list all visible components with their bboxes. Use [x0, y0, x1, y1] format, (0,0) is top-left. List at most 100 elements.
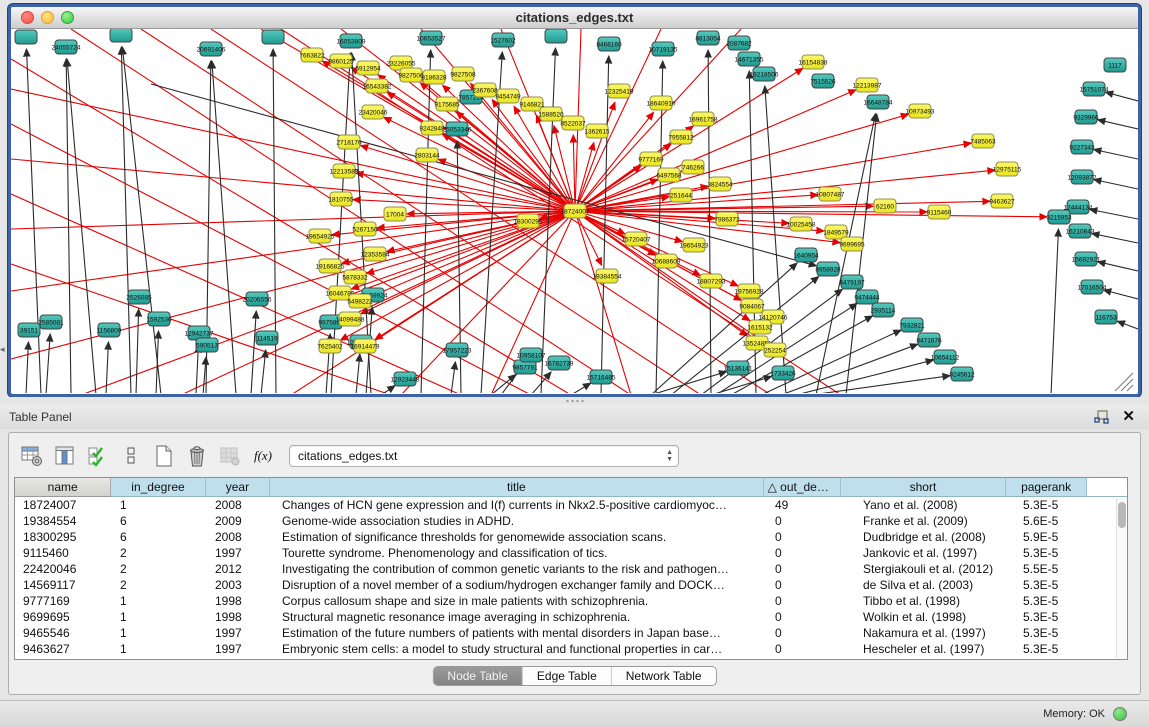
canvas-resize-grip[interactable] — [1115, 373, 1133, 391]
table-cell[interactable]: 0 — [769, 529, 847, 545]
graph-node[interactable]: 10958107 — [517, 348, 546, 362]
table-cell[interactable]: 1 — [112, 497, 207, 513]
graph-edge[interactable] — [1092, 233, 1138, 243]
graph-node[interactable] — [110, 29, 132, 42]
table-cell[interactable]: 2012 — [207, 561, 272, 577]
graph-node[interactable]: 1588520 — [538, 107, 564, 121]
graph-node[interactable]: 5498222 — [347, 294, 373, 308]
graph-edge[interactable] — [356, 354, 360, 393]
table-scrollbar[interactable] — [1116, 498, 1126, 658]
table-cell[interactable]: Jankovic et al. (1997) — [847, 545, 1013, 561]
column-header-in_degree[interactable]: in_degree — [111, 478, 205, 497]
graph-node[interactable] — [262, 30, 284, 44]
graph-node[interactable]: 9227343 — [1069, 140, 1095, 154]
graph-node[interactable]: 14099488 — [336, 312, 365, 326]
table-cell[interactable]: 6 — [112, 529, 207, 545]
show-columns-button[interactable] — [52, 443, 78, 469]
table-cell[interactable]: 0 — [769, 545, 847, 561]
table-cell[interactable]: 9699695 — [15, 609, 112, 625]
import-table-button[interactable] — [217, 443, 243, 469]
table-cell[interactable]: 5.3E-5 — [1013, 545, 1095, 561]
graph-node[interactable]: 9827506 — [398, 68, 424, 82]
graph-node[interactable]: 6479197 — [839, 275, 865, 289]
graph-node[interactable]: 15751074 — [1080, 82, 1109, 96]
graph-node[interactable]: 10025458 — [787, 217, 816, 231]
graph-node[interactable]: 16154838 — [799, 55, 828, 69]
graph-node[interactable]: 12923448 — [391, 372, 420, 386]
table-cell[interactable]: Stergiakouli et al. (2012) — [847, 561, 1013, 577]
graph-node[interactable]: 1592536 — [146, 312, 172, 326]
graph-node[interactable]: 1362615 — [584, 124, 610, 138]
graph-node[interactable]: 1733426 — [770, 366, 796, 380]
table-row[interactable]: 1938455462009Genome-wide association stu… — [15, 513, 1127, 529]
graph-edge[interactable] — [1090, 209, 1138, 219]
graph-node[interactable]: 2087682 — [726, 36, 752, 50]
table-row[interactable]: 911546021997Tourette syndrome. Phenomeno… — [15, 545, 1127, 561]
table-cell[interactable]: Franke et al. (2009) — [847, 513, 1013, 529]
select-columns-button[interactable] — [85, 443, 111, 469]
table-cell[interactable]: Structural magnetic resonance image aver… — [272, 609, 769, 625]
table-cell[interactable]: 5.3E-5 — [1013, 577, 1095, 593]
graph-node[interactable]: 19654925 — [306, 229, 335, 243]
graph-edge[interactable] — [11, 194, 461, 393]
table-cell[interactable]: Tourette syndrome. Phenomenology and cla… — [272, 545, 769, 561]
table-cell[interactable]: 2 — [112, 561, 207, 577]
zoom-window-button[interactable] — [61, 11, 74, 24]
tab-network-table[interactable]: Network Table — [612, 667, 716, 685]
table-row[interactable]: 1872400712008Changes of HCN gene express… — [15, 497, 1127, 513]
graph-node[interactable]: 62160 — [874, 199, 896, 213]
graph-node[interactable]: 2367608 — [472, 83, 498, 97]
graph-edge[interactable] — [375, 211, 575, 340]
graph-node[interactable]: 16648784 — [864, 95, 893, 109]
table-row[interactable]: 977716911998Corpus callosum shape and si… — [15, 593, 1127, 609]
graph-edge[interactable] — [571, 383, 591, 393]
graph-node[interactable]: 15136141 — [724, 361, 753, 375]
table-cell[interactable]: 1997 — [207, 625, 272, 641]
column-header-title[interactable]: title — [270, 478, 763, 497]
graph-edge[interactable] — [1104, 290, 1138, 299]
table-cell[interactable]: Estimation of the future numbers of pati… — [272, 625, 769, 641]
graph-node[interactable]: 590513 — [196, 338, 218, 352]
table-cell[interactable]: 0 — [769, 513, 847, 529]
graph-node[interactable]: 20206556 — [243, 292, 272, 306]
graph-node[interactable]: 3215953 — [1046, 210, 1072, 224]
table-cell[interactable]: 0 — [769, 561, 847, 577]
graph-edge[interactable] — [121, 47, 131, 393]
graph-node[interactable]: 8813054 — [695, 31, 721, 45]
table-cell[interactable]: 18300295 — [15, 529, 112, 545]
graph-node[interactable]: 19218506 — [750, 67, 779, 81]
citation-network-graph[interactable]: 2405572420691406160538091065352715276028… — [11, 29, 1138, 393]
graph-node[interactable]: 10688609 — [652, 254, 681, 268]
table-cell[interactable]: 0 — [769, 625, 847, 641]
graph-node[interactable]: 18807293 — [697, 274, 726, 288]
graph-edge[interactable] — [1094, 180, 1138, 189]
graph-node[interactable]: 23420046 — [359, 105, 388, 119]
graph-node[interactable]: 7515526 — [810, 74, 836, 88]
table-cell[interactable]: 2008 — [207, 529, 272, 545]
graph-node[interactable]: 17004 — [384, 207, 406, 221]
table-cell[interactable]: 5.3E-5 — [1013, 641, 1095, 657]
table-cell[interactable]: 5.9E-5 — [1013, 529, 1095, 545]
table-cell[interactable]: 1 — [112, 641, 207, 657]
graph-node[interactable]: 114519 — [256, 331, 278, 345]
graph-node[interactable]: 7955812 — [668, 130, 694, 144]
graph-node[interactable]: 16543382 — [363, 79, 392, 93]
table-cell[interactable]: 5.3E-5 — [1013, 609, 1095, 625]
graph-edge[interactable] — [1051, 229, 1058, 393]
graph-node[interactable] — [545, 29, 567, 43]
graph-node[interactable]: 12325419 — [605, 84, 634, 98]
graph-node[interactable]: 252254 — [764, 343, 786, 357]
table-cell[interactable]: 5.5E-5 — [1013, 561, 1095, 577]
function-builder-button[interactable]: f(x) — [250, 443, 276, 469]
table-cell[interactable]: 1 — [112, 593, 207, 609]
table-cell[interactable]: Dudbridge et al. (2008) — [847, 529, 1013, 545]
table-cell[interactable]: Nakamura et al. (1997) — [847, 625, 1013, 641]
graph-node[interactable]: 2803144 — [414, 148, 440, 162]
table-cell[interactable]: 49 — [769, 497, 847, 513]
graph-node[interactable]: 2718176 — [336, 135, 362, 149]
graph-node[interactable]: 12353584 — [361, 247, 390, 261]
graph-node[interactable]: 9699695 — [839, 237, 865, 251]
graph-node[interactable]: 10973493 — [906, 104, 935, 118]
graph-node[interactable]: 5267150 — [352, 222, 378, 236]
create-column-button[interactable] — [151, 443, 177, 469]
